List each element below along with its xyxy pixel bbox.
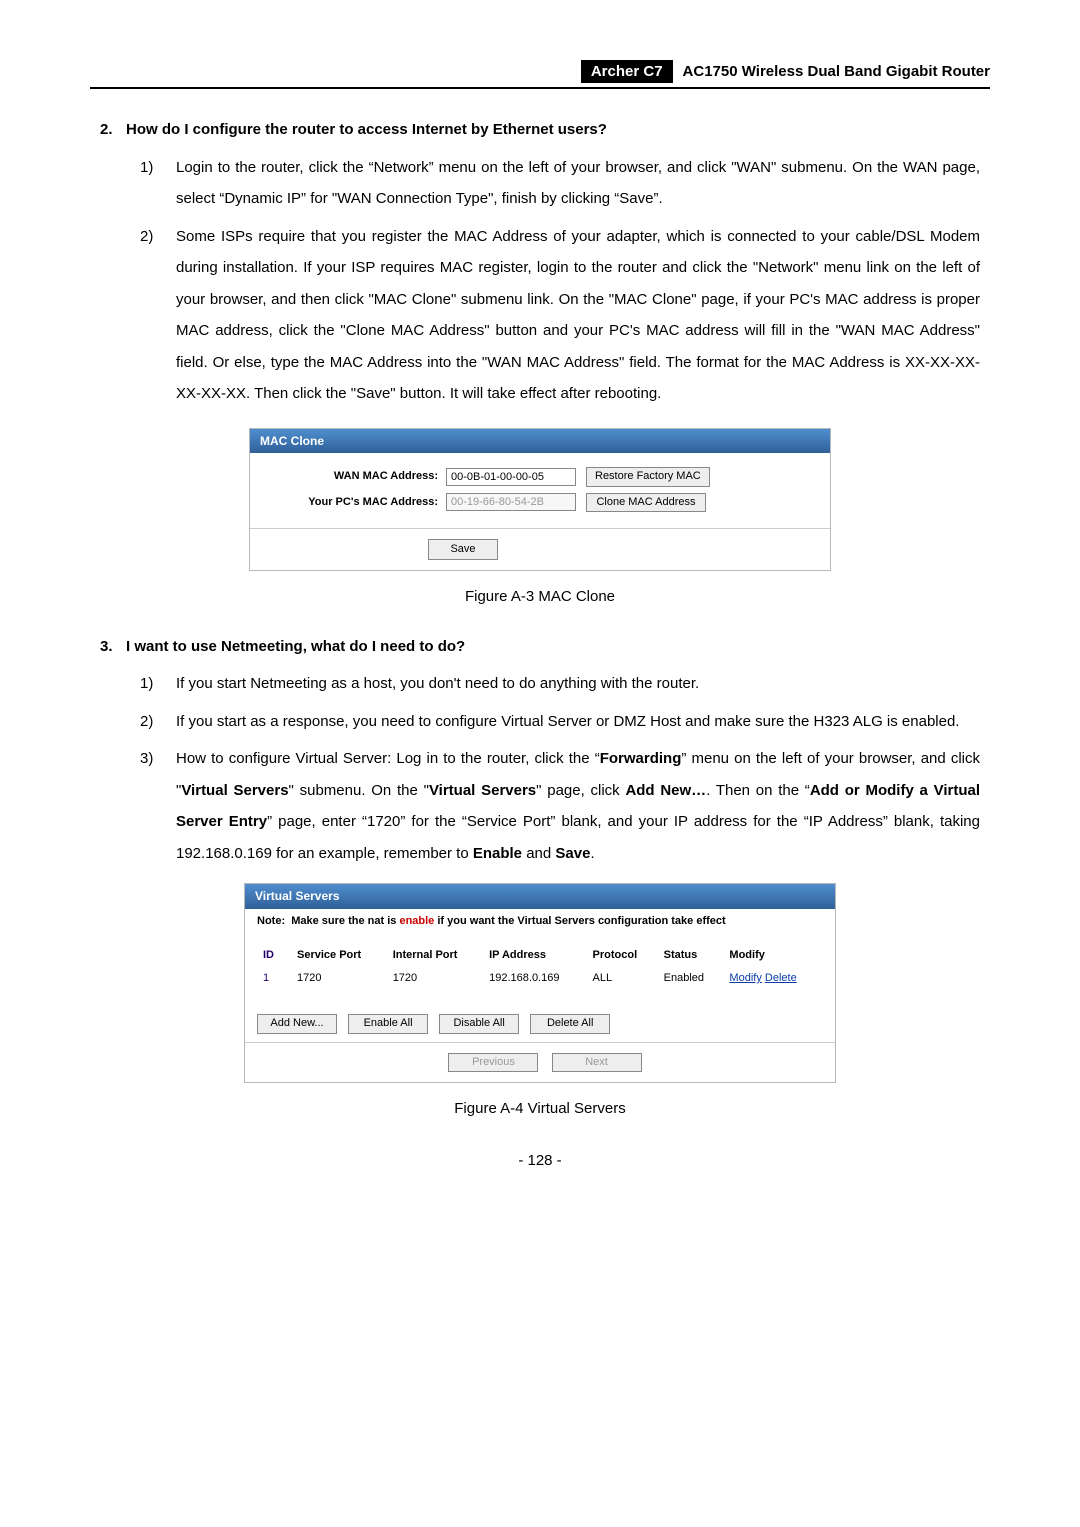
step-number: 2) [140, 706, 176, 738]
vs-header-row: ID Service Port Internal Port IP Address… [257, 944, 823, 967]
q3-number: 3. [100, 631, 126, 663]
delete-all-button[interactable]: Delete All [530, 1014, 610, 1033]
wan-mac-input[interactable] [446, 468, 576, 486]
col-ip-address: IP Address [483, 944, 586, 967]
page-number: - 128 - [100, 1145, 980, 1177]
step-text: How to configure Virtual Server: Log in … [176, 743, 980, 869]
step-text: If you start Netmeeting as a host, you d… [176, 668, 980, 700]
q2-number: 2. [100, 114, 126, 146]
note-label: Note: [257, 915, 285, 927]
q3-step-3: 3) How to configure Virtual Server: Log … [140, 743, 980, 869]
cell-protocol: ALL [587, 967, 658, 990]
step-text: If you start as a response, you need to … [176, 706, 980, 738]
q3-step-2: 2) If you start as a response, you need … [140, 706, 980, 738]
note-enable-word: enable [399, 915, 434, 927]
q2-step-1: 1) Login to the router, click the “Netwo… [140, 152, 980, 215]
note-text-post: if you want the Virtual Servers configur… [434, 915, 725, 927]
cell-internal-port: 1720 [387, 967, 483, 990]
panel-title: MAC Clone [250, 429, 830, 454]
step-number: 1) [140, 152, 176, 215]
pc-mac-label: Your PC's MAC Address: [268, 495, 446, 510]
save-button[interactable]: Save [428, 539, 498, 560]
col-status: Status [658, 944, 724, 967]
enable-all-button[interactable]: Enable All [348, 1014, 428, 1033]
question-3: 3. I want to use Netmeeting, what do I n… [100, 631, 980, 663]
note-text-pre: Make sure the nat is [291, 915, 399, 927]
step-number: 3) [140, 743, 176, 869]
panel-title: Virtual Servers [245, 884, 835, 909]
page-header: Archer C7 AC1750 Wireless Dual Band Giga… [90, 60, 990, 89]
vs-data-row: 1 1720 1720 192.168.0.169 ALL Enabled Mo… [257, 967, 823, 990]
col-protocol: Protocol [587, 944, 658, 967]
col-modify: Modify [723, 944, 823, 967]
cell-id: 1 [257, 967, 291, 990]
q3-title: I want to use Netmeeting, what do I need… [126, 631, 980, 663]
q2-title: How do I configure the router to access … [126, 114, 980, 146]
virtual-servers-panel: Virtual Servers Note: Make sure the nat … [244, 883, 836, 1083]
next-button[interactable]: Next [552, 1053, 642, 1072]
wan-mac-label: WAN MAC Address: [268, 469, 446, 484]
col-service-port: Service Port [291, 944, 387, 967]
product-name: AC1750 Wireless Dual Band Gigabit Router [683, 63, 990, 80]
model-badge: Archer C7 [581, 60, 673, 83]
question-2: 2. How do I configure the router to acce… [100, 114, 980, 146]
q3-step-1: 1) If you start Netmeeting as a host, yo… [140, 668, 980, 700]
vs-note: Note: Make sure the nat is enable if you… [245, 909, 835, 1002]
step-text: Some ISPs require that you register the … [176, 221, 980, 410]
step-number: 2) [140, 221, 176, 410]
delete-link[interactable]: Delete [765, 972, 797, 984]
pc-mac-input [446, 493, 576, 511]
figure-a4-caption: Figure A-4 Virtual Servers [100, 1093, 980, 1125]
cell-service-port: 1720 [291, 967, 387, 990]
cell-ip: 192.168.0.169 [483, 967, 586, 990]
restore-factory-mac-button[interactable]: Restore Factory MAC [586, 467, 710, 486]
previous-button[interactable]: Previous [448, 1053, 538, 1072]
step-number: 1) [140, 668, 176, 700]
q2-step-2: 2) Some ISPs require that you register t… [140, 221, 980, 410]
figure-a3-caption: Figure A-3 MAC Clone [100, 581, 980, 613]
step-text: Login to the router, click the “Network”… [176, 152, 980, 215]
modify-link[interactable]: Modify [729, 972, 761, 984]
cell-status: Enabled [658, 967, 724, 990]
col-internal-port: Internal Port [387, 944, 483, 967]
col-id: ID [257, 944, 291, 967]
clone-mac-button[interactable]: Clone MAC Address [586, 493, 706, 512]
add-new-button[interactable]: Add New... [257, 1014, 337, 1033]
disable-all-button[interactable]: Disable All [439, 1014, 519, 1033]
cell-modify: Modify Delete [723, 967, 823, 990]
mac-clone-panel: MAC Clone WAN MAC Address: Restore Facto… [249, 428, 831, 572]
